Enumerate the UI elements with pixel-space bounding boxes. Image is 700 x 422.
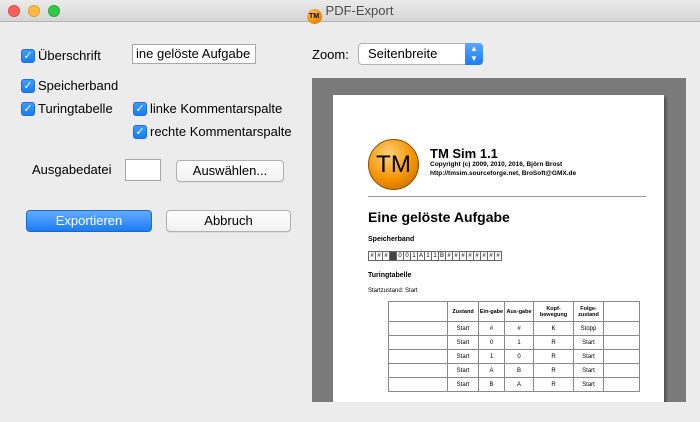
table-row: Start # # K Stopp — [388, 321, 640, 336]
table-row: Start B A R Start — [388, 377, 640, 392]
table-cell: R — [533, 363, 574, 378]
table-header-row: Zustand Ein-gabe Aus-gabe Kopf-bewegung Folg… — [388, 301, 640, 322]
tape-cell: # — [494, 251, 502, 261]
table-cell: A — [478, 363, 505, 378]
zoom-selected-value: Seitenbreite — [368, 46, 438, 61]
table-cell: Start — [447, 349, 479, 364]
preview-copyright: Copyright (c) 2009, 2010, 2016, Björn Br… — [430, 161, 563, 168]
table-cell: Start — [573, 335, 604, 350]
table-cell: 0 — [478, 335, 505, 350]
table-column-header: Aus-gabe — [504, 301, 534, 322]
cancel-button[interactable]: Abbruch — [166, 210, 291, 232]
comment-cell — [603, 335, 640, 350]
comment-column-header — [388, 301, 448, 322]
table-column-header: Zustand — [447, 301, 479, 322]
preview-divider — [368, 196, 646, 197]
table-cell: Start — [447, 363, 479, 378]
preview-page: TM TM Sim 1.1 Copyright (c) 2009, 2010, … — [333, 95, 664, 402]
turingtabelle-checkbox[interactable]: ✓ Turingtabelle — [21, 101, 113, 116]
window-title: TM PDF-Export — [0, 3, 700, 24]
ausgabedatei-label: Ausgabedatei — [32, 162, 112, 177]
preview-title: TM Sim 1.1 — [430, 146, 498, 161]
table-cell: Start — [447, 377, 479, 392]
preview-tape: # # #0 0 1 A 1 1 B # # # # # # # # — [368, 251, 502, 261]
preview-url: http://tmsim.sourceforge.net, BroSoft@GM… — [430, 170, 577, 177]
comment-cell — [603, 363, 640, 378]
table-cell: 1 — [478, 349, 505, 364]
comment-cell — [388, 363, 448, 378]
rechte-kommentarspalte-checkbox[interactable]: ✓ rechte Kommentarspalte — [133, 124, 292, 139]
table-cell: 0 — [504, 349, 534, 364]
table-cell: # — [504, 321, 534, 336]
table-cell: A — [504, 377, 534, 392]
window-title-text: PDF-Export — [325, 3, 394, 18]
table-row: Start 0 1 R Start — [388, 335, 640, 350]
comment-column-header — [603, 301, 640, 322]
app-icon: TM — [306, 9, 322, 24]
checkmark-icon: ✓ — [133, 124, 147, 139]
zoom-label: Zoom: — [312, 47, 349, 62]
pdf-preview[interactable]: TM TM Sim 1.1 Copyright (c) 2009, 2010, … — [312, 78, 686, 402]
table-cell: R — [533, 335, 574, 350]
table-column-header: Kopf-bewegung — [533, 301, 574, 322]
ueberschrift-label: Überschrift — [38, 48, 101, 63]
table-column-header: Ein-gabe — [478, 301, 505, 322]
linke-kommentarspalte-label: linke Kommentarspalte — [150, 101, 283, 116]
table-cell: # — [478, 321, 505, 336]
title-bar: TM PDF-Export — [0, 0, 700, 24]
table-cell: Start — [447, 335, 479, 350]
table-cell: Start — [447, 321, 479, 336]
updown-arrows-icon: ▲ ▼ — [465, 43, 483, 65]
checkmark-icon: ✓ — [21, 101, 35, 116]
speicherband-label: Speicherband — [38, 78, 119, 93]
tm-logo: TM — [368, 139, 419, 190]
table-cell: R — [533, 377, 574, 392]
export-button[interactable]: Exportieren — [26, 210, 152, 232]
comment-cell — [603, 349, 640, 364]
preview-heading: Eine gelöste Aufgabe — [368, 209, 510, 225]
speicherband-checkbox[interactable]: ✓ Speicherband — [21, 78, 118, 93]
table-cell: B — [478, 377, 505, 392]
comment-cell — [388, 321, 448, 336]
table-cell: R — [533, 349, 574, 364]
checkmark-icon: ✓ — [133, 101, 147, 116]
comment-cell — [388, 377, 448, 392]
comment-cell — [388, 349, 448, 364]
rechte-kommentarspalte-label: rechte Kommentarspalte — [150, 124, 292, 139]
table-cell: 1 — [504, 335, 534, 350]
comment-cell — [603, 321, 640, 336]
ueberschrift-checkbox[interactable]: ✓ Überschrift — [21, 48, 101, 63]
preview-start-state: Startzustand: Start — [368, 288, 418, 294]
preview-table-heading: Turingtabelle — [368, 272, 412, 279]
table-row: Start A B R Start — [388, 363, 640, 378]
linke-kommentarspalte-checkbox[interactable]: ✓ linke Kommentarspalte — [133, 101, 282, 116]
table-cell: B — [504, 363, 534, 378]
preview-tape-heading: Speicherband — [368, 236, 415, 243]
zoom-select[interactable]: Seitenbreite ▲ ▼ — [358, 43, 483, 65]
turingtabelle-label: Turingtabelle — [38, 101, 113, 116]
output-file-input[interactable] — [125, 159, 161, 181]
table-cell: Stopp — [573, 321, 604, 336]
table-column-header: Folge-zustand — [573, 301, 604, 322]
preview-turing-table: Zustand Ein-gabe Aus-gabe Kopf-bewegung Folg… — [388, 301, 640, 392]
table-cell: K — [533, 321, 574, 336]
heading-input[interactable]: ine gelöste Aufgabe — [132, 44, 256, 64]
table-cell: Start — [573, 363, 604, 378]
checkmark-icon: ✓ — [21, 78, 35, 93]
table-row: Start 1 0 R Start — [388, 349, 640, 364]
table-cell: Start — [573, 349, 604, 364]
comment-cell — [603, 377, 640, 392]
table-cell: Start — [573, 377, 604, 392]
choose-file-button[interactable]: Auswählen... — [176, 160, 284, 182]
checkmark-icon: ✓ — [21, 48, 35, 63]
comment-cell — [388, 335, 448, 350]
